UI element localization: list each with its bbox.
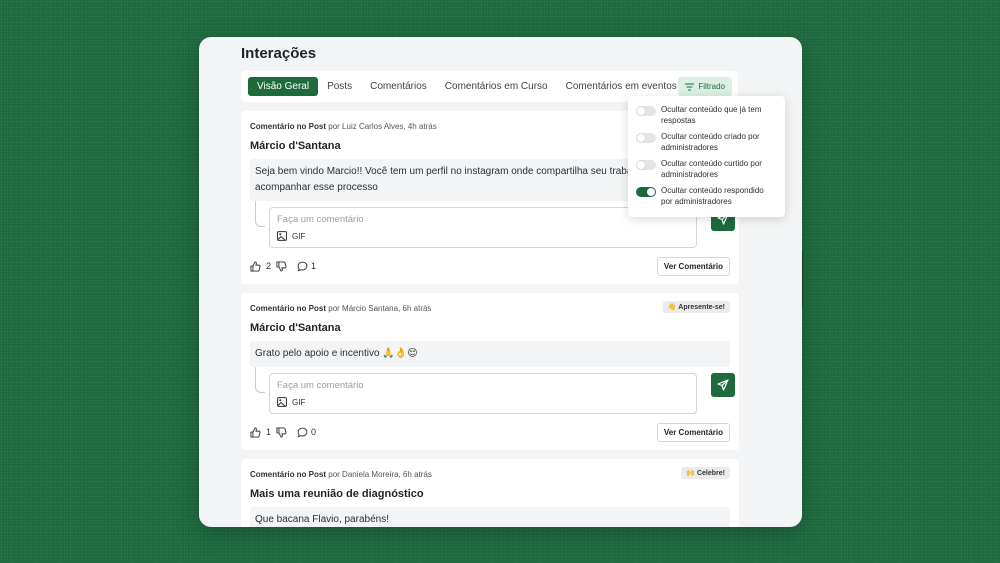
space-badge[interactable]: 👋 Apresente-se! xyxy=(662,301,730,313)
like-count: 1 xyxy=(266,427,272,437)
post-author-time: Luiz Carlos Alves, 4h atrás xyxy=(342,122,437,131)
page-title: Interações xyxy=(241,45,317,62)
filter-toggle[interactable] xyxy=(636,187,656,197)
filter-button[interactable]: Filtrado xyxy=(678,77,732,96)
tab-comentarios-em-curso[interactable]: Comentários em Curso xyxy=(445,77,548,96)
image-icon xyxy=(277,231,287,241)
filter-toggle[interactable] xyxy=(636,133,656,143)
comment-placeholder: Faça um comentário xyxy=(277,380,364,391)
filter-option-label: Ocultar conteúdo criado por administrado… xyxy=(661,132,760,152)
dislike-button[interactable] xyxy=(276,426,287,438)
comment-count: 0 xyxy=(311,427,317,437)
post-title: Mais uma reunião de diagnóstico xyxy=(250,488,424,500)
comment-bubble-icon xyxy=(297,427,308,438)
like-button[interactable] xyxy=(250,260,261,272)
send-icon xyxy=(717,379,729,391)
thumbs-up-icon xyxy=(250,260,261,272)
filter-option[interactable]: Ocultar conteúdo respondido por administ… xyxy=(636,185,777,212)
tab-posts[interactable]: Posts xyxy=(327,77,352,96)
filter-dropdown: Ocultar conteúdo que já tem respostas Oc… xyxy=(628,96,785,217)
comments-button[interactable] xyxy=(297,427,308,438)
comment-count: 1 xyxy=(311,261,317,271)
like-button[interactable] xyxy=(250,426,261,438)
send-button[interactable] xyxy=(711,373,735,397)
image-icon xyxy=(277,397,287,407)
post-card: Comentário no Post por Márcio Santana, 6… xyxy=(241,293,739,450)
comment-input[interactable]: Faça um comentário GIF xyxy=(269,373,697,414)
post-author-time: Márcio Santana, 6h atrás xyxy=(342,304,432,313)
post-body: Grato pelo apoio e incentivo 🙏👌😌 xyxy=(250,341,730,367)
gif-label: GIF xyxy=(292,231,306,241)
filter-icon xyxy=(685,82,695,91)
view-comment-button[interactable]: Ver Comentário xyxy=(656,256,730,276)
post-type: Comentário no Post xyxy=(250,304,327,313)
filter-option[interactable]: Ocultar conteúdo criado por administrado… xyxy=(636,131,777,158)
like-count: 2 xyxy=(266,261,272,271)
tab-visao-geral[interactable]: Visão Geral xyxy=(248,77,319,96)
dislike-button[interactable] xyxy=(276,260,287,272)
post-by: por xyxy=(328,304,340,313)
filter-button-label: Filtrado xyxy=(698,82,725,91)
post-actions: 2 1 Ver Comentário xyxy=(250,256,730,276)
filter-option-label: Ocultar conteúdo que já tem respostas xyxy=(661,105,762,125)
comment-bubble-icon xyxy=(297,261,308,272)
filter-option[interactable]: Ocultar conteúdo curtido por administrad… xyxy=(636,158,777,185)
post-body: Que bacana Flavio, parabéns! xyxy=(250,507,730,527)
view-comment-button[interactable]: Ver Comentário xyxy=(656,422,730,442)
tab-comentarios-em-eventos[interactable]: Comentários em eventos xyxy=(566,77,677,96)
gif-label: GIF xyxy=(292,397,306,407)
post-card: Comentário no Post por Daniela Moreira, … xyxy=(241,459,739,527)
post-title: Márcio d'Santana xyxy=(250,322,341,334)
filter-option[interactable]: Ocultar conteúdo que já tem respostas xyxy=(636,104,777,131)
gif-button[interactable]: GIF xyxy=(277,231,689,241)
thumbs-down-icon xyxy=(276,260,287,272)
thumbs-up-icon xyxy=(250,426,261,438)
comment-composer: Faça um comentário GIF xyxy=(250,367,735,414)
space-badge[interactable]: 🙌 Celebre! xyxy=(681,467,730,479)
gif-button[interactable]: GIF xyxy=(277,397,689,407)
thumbs-down-icon xyxy=(276,426,287,438)
filter-option-label: Ocultar conteúdo respondido por administ… xyxy=(661,186,764,206)
filter-toggle[interactable] xyxy=(636,106,656,116)
post-meta: Comentário no Post por Márcio Santana, 6… xyxy=(250,304,730,313)
comments-button[interactable] xyxy=(297,261,308,272)
post-by: por xyxy=(328,122,340,131)
tab-comentarios[interactable]: Comentários xyxy=(370,77,427,96)
post-type: Comentário no Post xyxy=(250,470,327,479)
post-author-time: Daniela Moreira, 6h atrás xyxy=(342,470,432,479)
comment-placeholder: Faça um comentário xyxy=(277,214,364,225)
post-type: Comentário no Post xyxy=(250,122,327,131)
post-by: por xyxy=(328,470,340,479)
filter-option-label: Ocultar conteúdo curtido por administrad… xyxy=(661,159,762,179)
post-actions: 1 0 Ver Comentário xyxy=(250,422,730,442)
filter-toggle[interactable] xyxy=(636,160,656,170)
thread-connector xyxy=(255,367,265,393)
thread-connector xyxy=(255,201,265,227)
post-meta: Comentário no Post por Daniela Moreira, … xyxy=(250,470,730,479)
